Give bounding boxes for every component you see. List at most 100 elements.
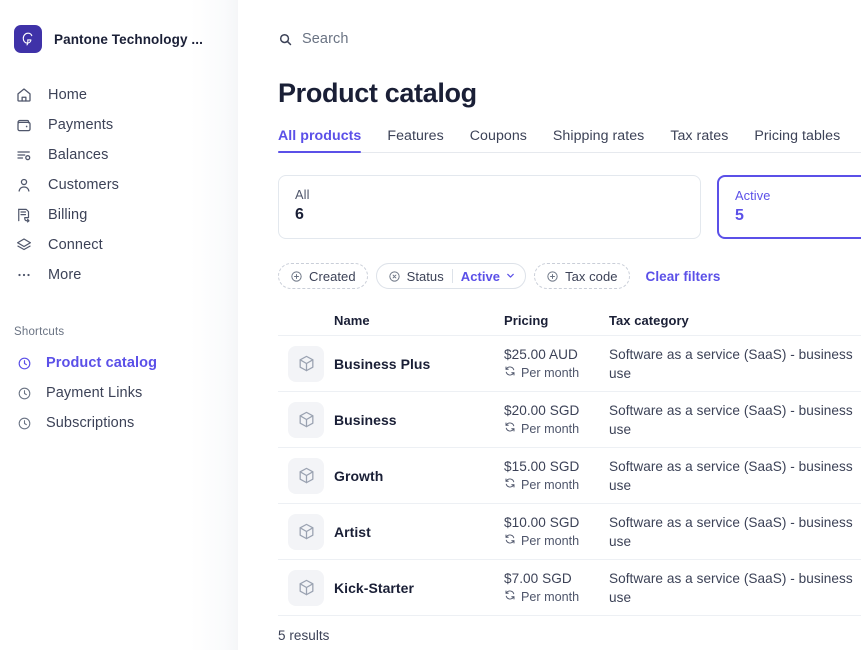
recurring-icon bbox=[504, 421, 516, 436]
filter-bar: Created Status Active bbox=[278, 263, 861, 289]
shortcuts-heading: Shortcuts bbox=[0, 326, 238, 338]
filter-chip-tax-code[interactable]: Tax code bbox=[534, 263, 629, 289]
search-input[interactable]: Search bbox=[302, 31, 349, 47]
recurring-icon bbox=[504, 365, 516, 380]
table-cell-pricing: $7.00 SGD Per month bbox=[504, 571, 609, 604]
sidebar-item-connect[interactable]: Connect bbox=[0, 230, 238, 260]
price-amount: $25.00 AUD bbox=[504, 347, 609, 362]
sidebar-item-label: Product catalog bbox=[46, 355, 157, 371]
filter-chip-label: Created bbox=[309, 269, 356, 284]
stat-card-active[interactable]: Active 5 bbox=[717, 175, 861, 239]
table-row[interactable]: Business Plus $25.00 AUD Per month Softw bbox=[278, 335, 861, 391]
sidebar-item-customers[interactable]: Customers bbox=[0, 170, 238, 200]
filter-chip-status[interactable]: Status Active bbox=[376, 263, 526, 289]
table-cell-icon bbox=[278, 346, 334, 382]
layers-icon bbox=[14, 235, 34, 255]
stat-card-value: 5 bbox=[735, 207, 861, 225]
plus-circle-icon bbox=[546, 270, 559, 283]
script-g-logo-icon bbox=[14, 25, 42, 53]
price-interval: Per month bbox=[504, 477, 609, 492]
sidebar: Pantone Technology ... Home bbox=[0, 0, 238, 650]
tab-shipping-rates[interactable]: Shipping rates bbox=[553, 128, 644, 153]
price-amount: $7.00 SGD bbox=[504, 571, 609, 586]
filter-chip-label: Tax code bbox=[565, 269, 617, 284]
search-icon bbox=[278, 32, 293, 47]
balances-icon bbox=[14, 145, 34, 165]
recurring-icon bbox=[504, 477, 516, 492]
sidebar-item-label: Subscriptions bbox=[46, 415, 134, 431]
sidebar-item-billing[interactable]: Billing bbox=[0, 200, 238, 230]
table-cell-pricing: $25.00 AUD Per month bbox=[504, 347, 609, 380]
home-icon bbox=[14, 85, 34, 105]
price-amount: $20.00 SGD bbox=[504, 403, 609, 418]
search-bar[interactable]: Search bbox=[278, 0, 861, 60]
table-cell-name: Business bbox=[334, 412, 504, 428]
table-cell-pricing: $15.00 SGD Per month bbox=[504, 459, 609, 492]
tab-features[interactable]: Features bbox=[387, 128, 443, 153]
sidebar-item-product-catalog[interactable]: Product catalog bbox=[0, 348, 238, 378]
stat-card-label: All bbox=[295, 187, 684, 202]
clock-icon bbox=[16, 385, 32, 401]
table-header-pricing: Pricing bbox=[504, 313, 609, 328]
chevron-down-icon bbox=[505, 269, 516, 284]
brand-header[interactable]: Pantone Technology ... bbox=[0, 0, 238, 62]
tab-pricing-tables[interactable]: Pricing tables bbox=[754, 128, 840, 153]
clock-icon bbox=[16, 415, 32, 431]
table-row[interactable]: Growth $15.00 SGD Per month Software as bbox=[278, 447, 861, 503]
sidebar-item-label: Payments bbox=[48, 117, 113, 133]
sidebar-item-balances[interactable]: Balances bbox=[0, 140, 238, 170]
table-cell-pricing: $10.00 SGD Per month bbox=[504, 515, 609, 548]
price-interval-text: Per month bbox=[521, 366, 579, 380]
sidebar-item-label: Balances bbox=[48, 147, 108, 163]
price-interval: Per month bbox=[504, 421, 609, 436]
filter-chip-label: Status bbox=[407, 269, 444, 284]
stat-card-all[interactable]: All 6 bbox=[278, 175, 701, 239]
table-cell-tax-category: Software as a service (SaaS) - business … bbox=[609, 401, 861, 439]
table-cell-name: Business Plus bbox=[334, 356, 504, 372]
table-row[interactable]: Artist $10.00 SGD Per month Software as bbox=[278, 503, 861, 559]
sidebar-item-payments[interactable]: Payments bbox=[0, 110, 238, 140]
table-row[interactable]: Business $20.00 SGD Per month Software a bbox=[278, 391, 861, 447]
sidebar-item-label: Customers bbox=[48, 177, 119, 193]
sidebar-item-home[interactable]: Home bbox=[0, 80, 238, 110]
price-interval-text: Per month bbox=[521, 534, 579, 548]
table-cell-name: Artist bbox=[334, 524, 504, 540]
product-box-icon bbox=[288, 458, 324, 494]
person-icon bbox=[14, 175, 34, 195]
product-box-icon bbox=[288, 346, 324, 382]
table-cell-icon bbox=[278, 570, 334, 606]
table-cell-tax-category: Software as a service (SaaS) - business … bbox=[609, 457, 861, 495]
brand-name: Pantone Technology ... bbox=[54, 32, 203, 47]
tab-tax-rates[interactable]: Tax rates bbox=[670, 128, 728, 153]
table-cell-tax-category: Software as a service (SaaS) - business … bbox=[609, 513, 861, 551]
table-cell-icon bbox=[278, 402, 334, 438]
price-interval-text: Per month bbox=[521, 478, 579, 492]
results-count: 5 results bbox=[278, 615, 861, 643]
product-box-icon bbox=[288, 514, 324, 550]
stat-card-row: All 6 Active 5 bbox=[278, 175, 861, 239]
wallet-icon bbox=[14, 115, 34, 135]
sidebar-item-label: Billing bbox=[48, 207, 87, 223]
main-content: Search Product catalog All products Feat… bbox=[238, 0, 861, 650]
sidebar-item-more[interactable]: More bbox=[0, 260, 238, 290]
price-interval-text: Per month bbox=[521, 590, 579, 604]
sidebar-item-payment-links[interactable]: Payment Links bbox=[0, 378, 238, 408]
stat-card-label: Active bbox=[735, 188, 861, 203]
table-header-name: Name bbox=[334, 313, 504, 328]
table-cell-icon bbox=[278, 514, 334, 550]
filter-chip-value[interactable]: Active bbox=[461, 269, 516, 284]
tab-coupons[interactable]: Coupons bbox=[470, 128, 527, 153]
table-cell-icon bbox=[278, 458, 334, 494]
product-box-icon bbox=[288, 570, 324, 606]
clear-filters-button[interactable]: Clear filters bbox=[646, 269, 721, 284]
tab-all-products[interactable]: All products bbox=[278, 128, 361, 153]
filter-chip-value-text: Active bbox=[461, 269, 500, 284]
ellipsis-icon bbox=[14, 265, 34, 285]
primary-nav: Home Payments bbox=[0, 80, 238, 290]
filter-chip-created[interactable]: Created bbox=[278, 263, 368, 289]
price-amount: $10.00 SGD bbox=[504, 515, 609, 530]
sidebar-item-subscriptions[interactable]: Subscriptions bbox=[0, 408, 238, 438]
chip-divider bbox=[452, 269, 453, 283]
table-row[interactable]: Kick-Starter $7.00 SGD Per month Softwar bbox=[278, 559, 861, 615]
product-box-icon bbox=[288, 402, 324, 438]
